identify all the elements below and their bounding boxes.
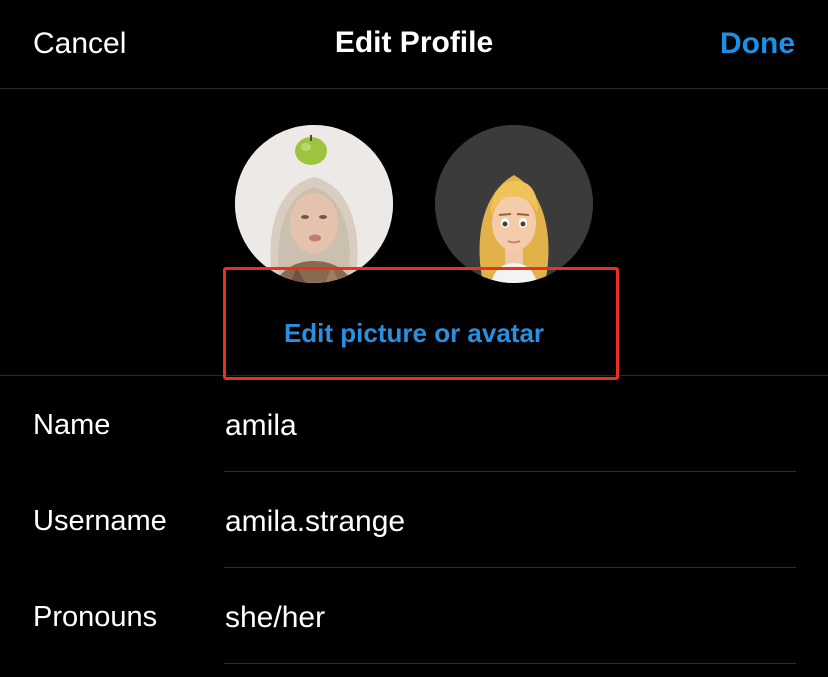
done-button[interactable]: Done	[720, 26, 795, 62]
pronouns-row: Pronouns she/her	[0, 568, 828, 664]
name-label: Name	[33, 409, 111, 441]
name-row: Name amila	[0, 376, 828, 472]
username-field[interactable]: amila.strange	[225, 504, 405, 540]
divider	[224, 663, 796, 664]
pronouns-label: Pronouns	[33, 601, 158, 633]
profile-photo-image	[235, 125, 393, 283]
username-row: Username amila.strange	[0, 472, 828, 568]
profile-photo[interactable]	[235, 125, 393, 283]
edit-picture-link[interactable]: Edit picture or avatar	[0, 317, 828, 349]
avatar-section: Edit picture or avatar	[0, 89, 828, 380]
header-bar: Cancel Edit Profile Done	[0, 0, 828, 89]
pronouns-field[interactable]: she/her	[225, 600, 325, 636]
name-field[interactable]: amila	[225, 408, 297, 444]
username-label: Username	[33, 505, 167, 537]
page-title: Edit Profile	[334, 26, 494, 59]
memoji-avatar[interactable]	[435, 125, 593, 283]
memoji-avatar-image	[435, 125, 593, 283]
